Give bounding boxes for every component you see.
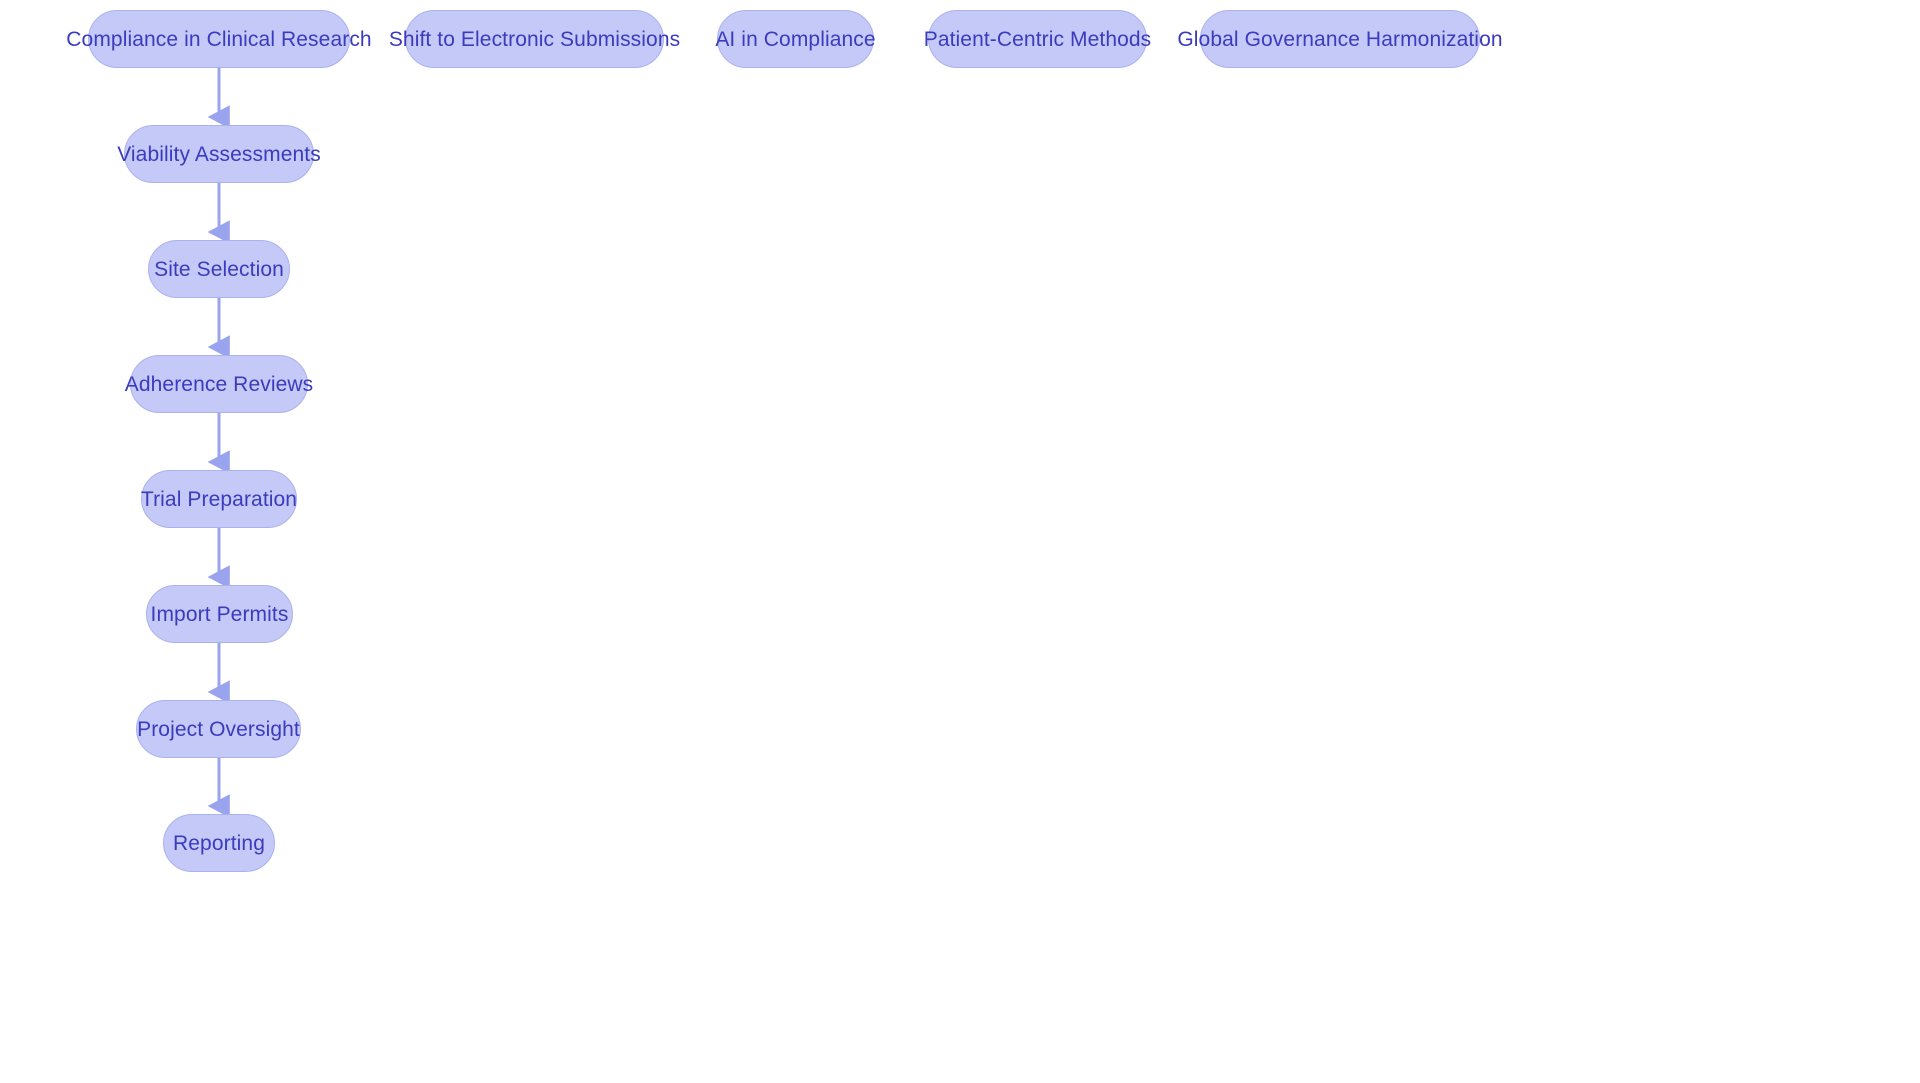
node-label: Reporting: [173, 831, 265, 855]
node-reporting[interactable]: Reporting: [163, 814, 275, 872]
node-viability-assessments[interactable]: Viability Assessments: [117, 125, 321, 183]
node-label: Shift to Electronic Submissions: [388, 27, 681, 51]
node-ai-in-compliance[interactable]: AI in Compliance: [715, 10, 876, 68]
node-import-permits[interactable]: Import Permits: [146, 585, 293, 643]
node-patient-centric-methods[interactable]: Patient-Centric Methods: [924, 10, 1151, 68]
node-global-governance-harmonization[interactable]: Global Governance Harmonization: [1177, 10, 1503, 68]
node-label: Project Oversight: [137, 717, 300, 741]
node-label: Compliance in Clinical Research: [66, 27, 372, 51]
node-label: Viability Assessments: [117, 142, 321, 166]
node-site-selection[interactable]: Site Selection: [148, 240, 290, 298]
node-shift-to-electronic-submissions[interactable]: Shift to Electronic Submissions: [389, 10, 680, 68]
node-label: Adherence Reviews: [124, 372, 314, 396]
node-trial-preparation[interactable]: Trial Preparation: [141, 470, 297, 528]
node-label: Trial Preparation: [140, 487, 298, 511]
node-label: Global Governance Harmonization: [1177, 27, 1503, 51]
node-label: Site Selection: [154, 257, 284, 281]
node-label: AI in Compliance: [715, 27, 876, 51]
node-adherence-reviews[interactable]: Adherence Reviews: [125, 355, 313, 413]
node-label: Import Permits: [150, 602, 289, 626]
flowchart-canvas: Compliance in Clinical Research Viabilit…: [0, 0, 1920, 1083]
node-label: Patient-Centric Methods: [923, 27, 1152, 51]
node-compliance-in-clinical-research[interactable]: Compliance in Clinical Research: [66, 10, 372, 68]
node-project-oversight[interactable]: Project Oversight: [136, 700, 301, 758]
